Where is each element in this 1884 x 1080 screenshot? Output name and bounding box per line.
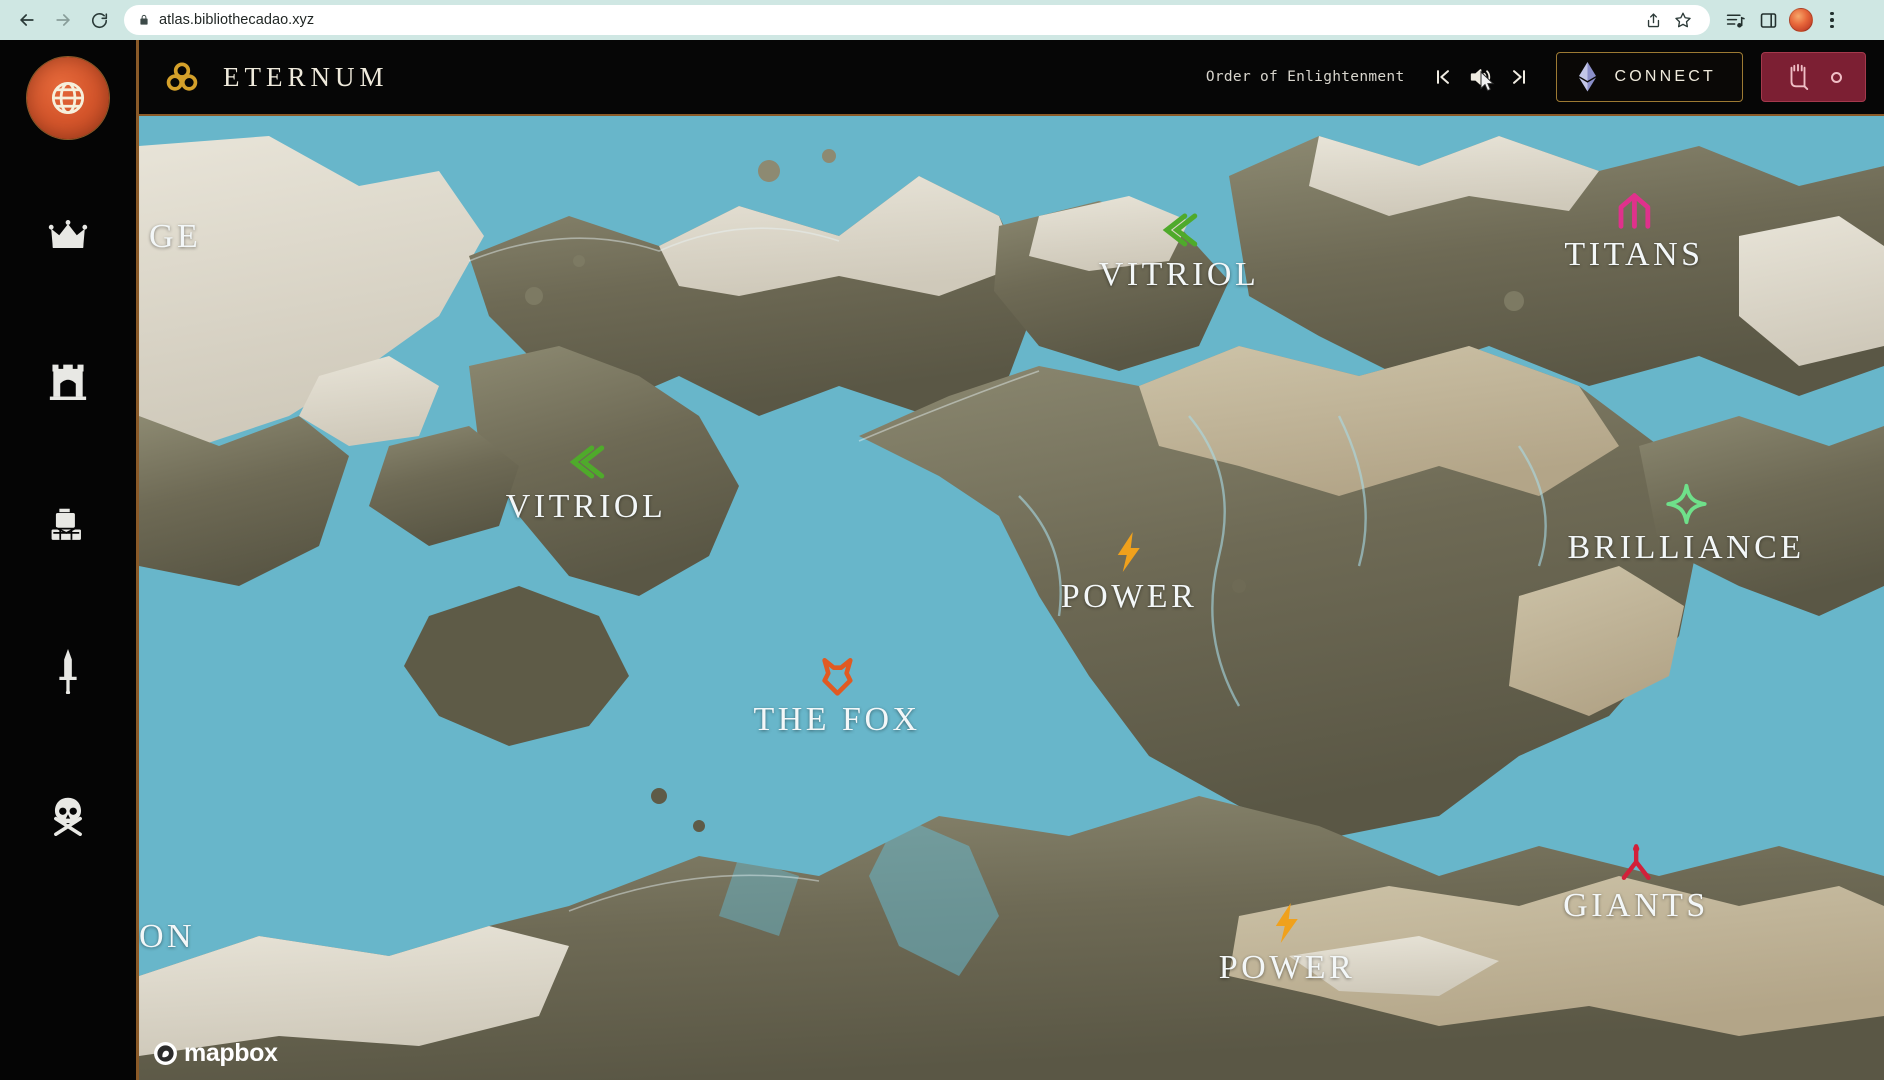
account-button[interactable] xyxy=(1761,52,1866,102)
sidebar-logo-button[interactable] xyxy=(27,57,109,139)
reload-icon xyxy=(91,12,107,28)
sound-on-icon xyxy=(1471,69,1491,85)
forward-button[interactable] xyxy=(46,3,80,37)
kebab-dot xyxy=(1830,11,1834,16)
next-order-button[interactable] xyxy=(1502,57,1536,97)
address-bar[interactable]: atlas.bibliothecadao.xyz xyxy=(124,5,1710,35)
reading-list-button[interactable] xyxy=(1720,5,1750,35)
back-arrow-icon xyxy=(20,14,34,26)
browser-toolbar: atlas.bibliothecadao.xyz xyxy=(0,0,1884,40)
lock-icon xyxy=(140,14,148,25)
header-controls: Order of Enlightenment CONNECT xyxy=(1206,52,1866,102)
kebab-dot xyxy=(1830,24,1834,29)
url-text: atlas.bibliothecadao.xyz xyxy=(159,12,315,28)
connect-label: CONNECT xyxy=(1614,68,1716,85)
profile-avatar xyxy=(1789,8,1813,32)
sound-toggle-button[interactable] xyxy=(1460,57,1502,97)
kebab-dot xyxy=(1830,18,1834,22)
left-sidebar xyxy=(0,40,139,1080)
side-panel-button[interactable] xyxy=(1753,5,1783,35)
sidebar-item-realms[interactable] xyxy=(33,346,103,416)
connect-button[interactable]: CONNECT xyxy=(1556,52,1743,102)
browser-menu-button[interactable] xyxy=(1819,5,1845,35)
app-viewport: GE ON VITRIOL TITANS VITRIOL BRILLIANCE … xyxy=(0,40,1884,1080)
reload-button[interactable] xyxy=(82,3,116,37)
eternum-trefoil-icon xyxy=(166,62,198,91)
app-header: ETERNUM Order of Enlightenment CONNECT xyxy=(139,40,1884,116)
browser-nav-buttons xyxy=(10,3,116,37)
star-icon xyxy=(1675,12,1691,28)
order-name: Order of Enlightenment xyxy=(1205,69,1405,85)
side-panel-icon xyxy=(1760,12,1776,28)
map-canvas xyxy=(139,116,1884,1080)
wagon-icon xyxy=(51,508,81,540)
world-map[interactable]: GE ON VITRIOL TITANS VITRIOL BRILLIANCE … xyxy=(139,116,1884,1080)
sidebar-item-trade[interactable] xyxy=(33,491,103,561)
crown-icon xyxy=(48,220,88,248)
profile-button[interactable] xyxy=(1786,5,1816,35)
omnibox-actions xyxy=(1640,7,1696,33)
sword-icon xyxy=(59,648,77,694)
share-button[interactable] xyxy=(1640,7,1666,33)
mapbox-attribution[interactable]: mapbox xyxy=(153,1039,278,1068)
status-dot-icon xyxy=(1831,71,1842,83)
app-title: ETERNUM xyxy=(223,61,389,92)
ethereum-icon xyxy=(1579,62,1597,92)
back-button[interactable] xyxy=(10,3,44,37)
brand[interactable]: ETERNUM xyxy=(163,58,389,96)
mapbox-attribution-text: mapbox xyxy=(184,1039,278,1067)
share-icon xyxy=(1647,12,1659,27)
sidebar-item-leaderboard[interactable] xyxy=(33,201,103,271)
browser-tool-icons xyxy=(1720,5,1845,35)
skip-previous-icon xyxy=(1437,70,1450,84)
skip-next-icon xyxy=(1513,70,1526,84)
mapbox-logo-icon xyxy=(154,1042,177,1065)
globe-icon xyxy=(51,81,85,115)
sidebar-item-military[interactable] xyxy=(33,636,103,706)
media-list-icon xyxy=(1726,13,1745,28)
skull-crossbones-icon xyxy=(54,797,82,836)
castle-icon xyxy=(49,364,87,400)
forward-arrow-icon xyxy=(56,14,70,26)
bookmark-button[interactable] xyxy=(1670,7,1696,33)
sidebar-item-raids[interactable] xyxy=(33,781,103,851)
rune-icon xyxy=(1790,64,1809,90)
previous-order-button[interactable] xyxy=(1426,57,1460,97)
